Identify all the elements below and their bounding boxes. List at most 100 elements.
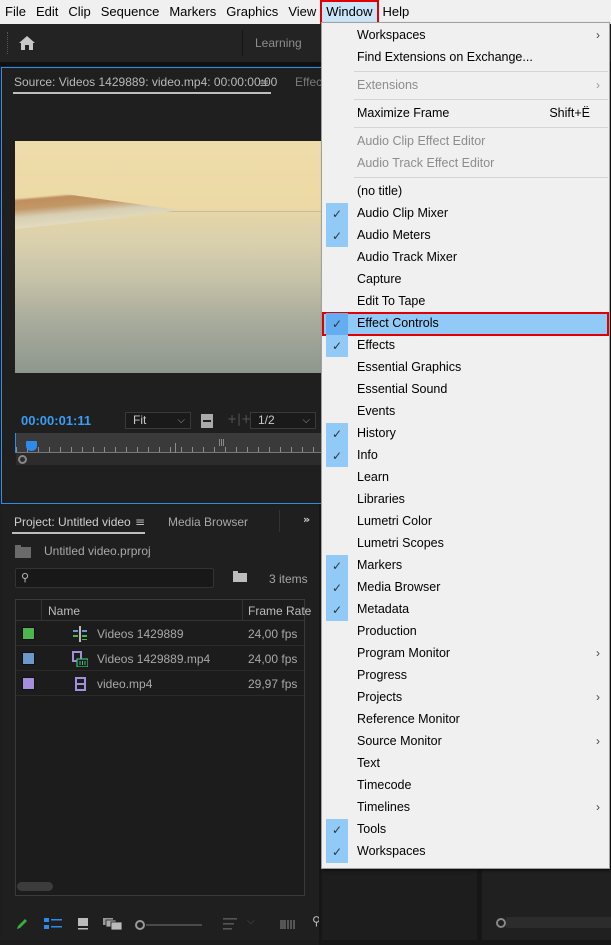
menu-item-projects[interactable]: Projects › <box>323 687 608 709</box>
table-row[interactable]: Videos 1429889 24,00 fps <box>16 622 304 646</box>
zoom-scroll-handle[interactable] <box>18 455 27 464</box>
menu-item-find-extensions-on-exchange[interactable]: Find Extensions on Exchange... <box>323 47 608 69</box>
list-view-icon[interactable] <box>44 918 62 930</box>
menu-clip[interactable]: Clip <box>63 1 95 23</box>
menu-item-libraries[interactable]: Libraries <box>323 489 608 511</box>
menu-item-source-monitor[interactable]: Source Monitor › <box>323 731 608 753</box>
menu-item-workspaces[interactable]: Workspaces › <box>323 25 608 47</box>
menu-item-text[interactable]: Text <box>323 753 608 775</box>
menu-item-progress[interactable]: Progress <box>323 665 608 687</box>
menu-item-history[interactable]: ✓ History <box>323 423 608 445</box>
column-divider[interactable] <box>242 600 243 621</box>
menu-item-reference-monitor[interactable]: Reference Monitor <box>323 709 608 731</box>
menu-item-effect-controls[interactable]: ✓ Effect Controls <box>322 312 609 336</box>
menu-item-label: Essential Graphics <box>357 360 462 374</box>
icon-view-icon[interactable] <box>77 918 89 930</box>
submenu-arrow-icon: › <box>596 690 600 704</box>
project-toolbar: ⌵ ⚲ <box>1 908 321 938</box>
table-row[interactable]: Videos 1429889.mp4 24,00 fps <box>16 647 304 671</box>
menu-item-markers[interactable]: ✓ Markers <box>323 555 608 577</box>
submenu-arrow-icon: › <box>596 646 600 660</box>
column-label-color[interactable] <box>16 600 42 621</box>
label-color-swatch[interactable] <box>22 627 35 640</box>
thumbnail-size-slider[interactable] <box>146 924 202 926</box>
menu-markers[interactable]: Markers <box>164 1 221 23</box>
menu-item-effects[interactable]: ✓ Effects <box>323 335 608 357</box>
active-tab-indicator <box>13 92 271 94</box>
search-input[interactable]: ⚲ <box>15 568 214 588</box>
menu-edit[interactable]: Edit <box>31 1 63 23</box>
menu-item-info[interactable]: ✓ Info <box>323 445 608 467</box>
zoom-scrollbar[interactable] <box>16 453 327 465</box>
panel-menu-icon[interactable]: ≡ <box>135 515 145 529</box>
playhead-timecode[interactable]: 00:00:01:11 <box>21 413 91 428</box>
menu-view[interactable]: View <box>283 1 321 23</box>
timeline-zoom-scrollbar[interactable] <box>506 917 611 928</box>
menu-file[interactable]: File <box>0 1 31 23</box>
menu-item-production[interactable]: Production <box>323 621 608 643</box>
tab-media-browser[interactable]: Media Browser <box>168 515 248 529</box>
menu-item-maximize-frame[interactable]: Maximize Frame Shift+Ё <box>323 103 608 125</box>
menu-item-learn[interactable]: Learn <box>323 467 608 489</box>
home-icon[interactable] <box>18 35 36 51</box>
item-name: Videos 1429889 <box>97 627 184 641</box>
menu-item-audio-track-mixer[interactable]: Audio Track Mixer <box>323 247 608 269</box>
freeform-view-icon[interactable] <box>103 918 123 930</box>
menu-item-program-monitor[interactable]: Program Monitor › <box>323 643 608 665</box>
menu-item-workspaces[interactable]: ✓ Workspaces <box>323 841 608 863</box>
menu-item-tools[interactable]: ✓ Tools <box>323 819 608 841</box>
timeline-zoom-handle[interactable] <box>496 918 506 928</box>
horizontal-scrollbar[interactable] <box>17 882 53 891</box>
playback-resolution-dropdown[interactable]: 1/2 ⌵ <box>250 412 316 429</box>
label-color-swatch[interactable] <box>22 677 35 690</box>
workspace-tab-learning[interactable]: Learning <box>255 36 302 50</box>
submenu-arrow-icon: › <box>596 78 600 92</box>
sort-icons-icon[interactable] <box>223 918 237 930</box>
drag-video-only-icon[interactable] <box>201 414 213 428</box>
menu-item-capture[interactable]: Capture <box>323 269 608 291</box>
project-panel: Project: Untitled video ≡ Media Browser … <box>1 506 321 940</box>
menu-help[interactable]: Help <box>378 1 415 23</box>
more-panels-icon[interactable]: » <box>303 513 310 526</box>
drag-audio-only-icon[interactable]: +|+ <box>227 412 251 426</box>
search-icon: ⚲ <box>21 571 30 584</box>
tab-project[interactable]: Project: Untitled video <box>14 515 131 529</box>
menu-item-audio-clip-mixer[interactable]: ✓ Audio Clip Mixer <box>323 203 608 225</box>
menu-sequence[interactable]: Sequence <box>96 1 165 23</box>
column-name[interactable]: Name <box>48 604 80 618</box>
menu-item-lumetri-color[interactable]: Lumetri Color <box>323 511 608 533</box>
menu-item-essential-graphics[interactable]: Essential Graphics <box>323 357 608 379</box>
time-ruler[interactable] <box>16 433 327 453</box>
column-frame-rate[interactable]: Frame Rate <box>248 604 311 618</box>
menu-item-metadata[interactable]: ✓ Metadata <box>323 599 608 621</box>
panel-menu-icon[interactable]: ≡ <box>259 76 269 90</box>
menu-window[interactable]: Window <box>320 0 379 24</box>
menu-item-timelines[interactable]: Timelines › <box>323 797 608 819</box>
menu-item-events[interactable]: Events <box>323 401 608 423</box>
menu-item-essential-sound[interactable]: Essential Sound <box>323 379 608 401</box>
thumbnail-size-slider-handle[interactable] <box>135 920 145 930</box>
menu-item-timecode[interactable]: Timecode <box>323 775 608 797</box>
write-lock-pencil-icon[interactable] <box>15 917 29 931</box>
menu-item-label: Audio Track Mixer <box>357 250 458 264</box>
zoom-fit-dropdown[interactable]: Fit ⌵ <box>125 412 191 429</box>
menu-item-lumetri-scopes[interactable]: Lumetri Scopes <box>323 533 608 555</box>
chevron-down-icon[interactable]: ⌵ <box>247 916 255 927</box>
table-row[interactable]: video.mp4 29,97 fps <box>16 672 304 696</box>
menu-graphics[interactable]: Graphics <box>221 1 283 23</box>
label-color-swatch[interactable] <box>22 652 35 665</box>
menu-item-label: Metadata <box>357 602 410 616</box>
tab-source-monitor[interactable]: Source: Videos 1429889: video.mp4: 00:00… <box>14 75 277 89</box>
menu-item-audio-meters[interactable]: ✓ Audio Meters <box>323 225 608 247</box>
checkmark-icon: ✓ <box>326 423 348 445</box>
menu-item-label: Progress <box>357 668 408 682</box>
menu-item-media-browser[interactable]: ✓ Media Browser <box>323 577 608 599</box>
menu-item-label: Lumetri Scopes <box>357 536 444 550</box>
automate-to-sequence-icon[interactable] <box>280 919 296 929</box>
find-in-bin-icon[interactable] <box>233 571 247 582</box>
menu-item-no-title[interactable]: (no title) <box>323 181 608 203</box>
menu-item-edit-to-tape[interactable]: Edit To Tape <box>323 291 608 313</box>
drag-grip[interactable] <box>7 32 10 54</box>
playhead-handle[interactable] <box>26 441 37 451</box>
video-audio-clip-icon <box>72 651 88 667</box>
